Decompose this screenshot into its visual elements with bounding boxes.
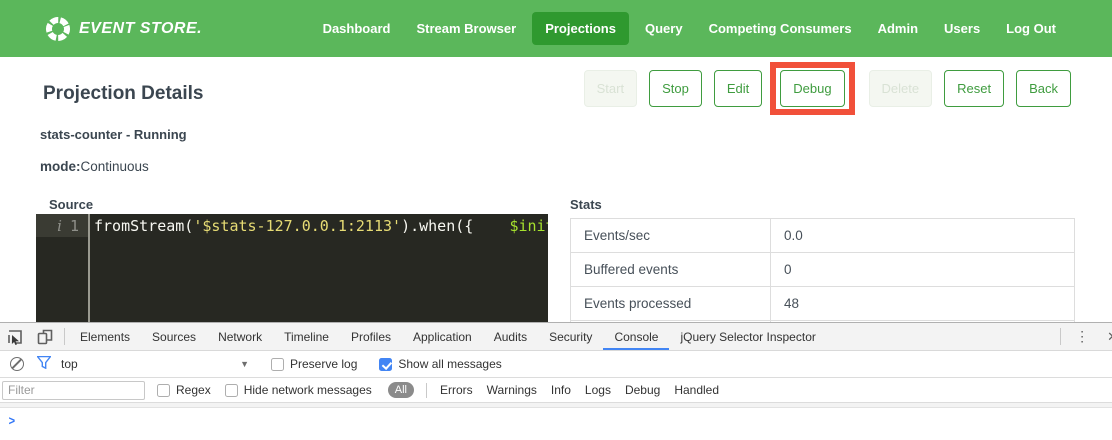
stats-table: Events/sec 0.0 Buffered events 0 Events … bbox=[570, 218, 1075, 322]
projection-mode: mode:Continuous bbox=[40, 159, 149, 174]
code-string: '$stats-127.0.0.1:2113' bbox=[193, 217, 401, 235]
checkbox-checked[interactable] bbox=[379, 358, 392, 371]
tab-network[interactable]: Network bbox=[207, 323, 273, 350]
edit-button[interactable]: Edit bbox=[714, 70, 762, 107]
console-prompt[interactable]: > bbox=[0, 408, 1112, 428]
start-button[interactable]: Start bbox=[584, 70, 637, 107]
console-toolbar: top ▼ Preserve log Show all messages bbox=[0, 351, 1112, 378]
preserve-log-checkbox[interactable]: Preserve log bbox=[271, 357, 357, 371]
filter-level-debug[interactable]: Debug bbox=[618, 383, 667, 397]
code-variable: $init: bbox=[509, 217, 548, 235]
filter-level-warnings[interactable]: Warnings bbox=[480, 383, 544, 397]
table-row: Events processed 48 bbox=[571, 287, 1075, 321]
gutter-info-marker: i bbox=[57, 216, 62, 237]
nav-item-projections[interactable]: Projections bbox=[532, 12, 629, 45]
source-section-label: Source bbox=[49, 197, 93, 212]
table-row: Buffered events 0 bbox=[571, 253, 1075, 287]
reset-button[interactable]: Reset bbox=[944, 70, 1004, 107]
regex-label: Regex bbox=[176, 383, 211, 397]
devtools-close-icon[interactable]: ✕ bbox=[1099, 323, 1112, 350]
stat-name: Buffered events bbox=[571, 253, 771, 287]
stat-name: Events processed bbox=[571, 287, 771, 321]
nav-item-competing-consumers[interactable]: Competing Consumers bbox=[699, 12, 862, 45]
tabbar-right-controls: ⋮ ✕ bbox=[1056, 323, 1112, 350]
chevron-down-icon: ▼ bbox=[240, 359, 249, 369]
tab-audits[interactable]: Audits bbox=[483, 323, 538, 350]
source-code-editor[interactable]: i 1 fromStream('$stats-127.0.0.1:2113').… bbox=[36, 214, 548, 322]
nav-item-users[interactable]: Users bbox=[934, 12, 990, 45]
projection-status: stats-counter - Running bbox=[40, 127, 187, 142]
tab-elements[interactable]: Elements bbox=[69, 323, 141, 350]
frame-context-select[interactable]: top ▼ bbox=[61, 357, 249, 371]
nav-item-stream-browser[interactable]: Stream Browser bbox=[406, 12, 526, 45]
filter-level-logs[interactable]: Logs bbox=[578, 383, 618, 397]
code-plain: ).when({ bbox=[401, 217, 509, 235]
show-all-messages-checkbox[interactable]: Show all messages bbox=[379, 357, 501, 371]
action-buttons: Start Stop Edit Debug Delete Reset Back bbox=[572, 70, 1071, 107]
inspect-element-icon[interactable] bbox=[0, 323, 30, 350]
preserve-log-label: Preserve log bbox=[290, 357, 357, 371]
editor-gutter: i 1 bbox=[36, 214, 88, 237]
regex-checkbox[interactable]: Regex bbox=[157, 383, 211, 397]
page-title: Projection Details bbox=[43, 83, 204, 105]
frame-context-value: top bbox=[61, 357, 78, 371]
nav-item-dashboard[interactable]: Dashboard bbox=[313, 12, 401, 45]
show-all-messages-label: Show all messages bbox=[398, 357, 501, 371]
nav-item-admin[interactable]: Admin bbox=[868, 12, 928, 45]
filter-level-info[interactable]: Info bbox=[544, 383, 578, 397]
tab-sources[interactable]: Sources bbox=[141, 323, 207, 350]
hide-network-messages-label: Hide network messages bbox=[244, 383, 372, 397]
stat-value: 48 bbox=[771, 287, 1075, 321]
nav-links: Dashboard Stream Browser Projections Que… bbox=[313, 12, 1066, 45]
stat-value: 0.0 bbox=[771, 219, 1075, 253]
devtools-tabbar: Elements Sources Network Timeline Profil… bbox=[0, 323, 1112, 351]
brand[interactable]: EVENT STORE. bbox=[45, 16, 202, 42]
stats-section-label: Stats bbox=[570, 197, 602, 212]
tab-profiles[interactable]: Profiles bbox=[340, 323, 402, 350]
clear-console-icon[interactable] bbox=[10, 357, 24, 371]
stat-name: Events/sec bbox=[571, 219, 771, 253]
console-prompt-chevron-icon: > bbox=[9, 413, 15, 428]
delete-button[interactable]: Delete bbox=[869, 70, 933, 107]
stat-value: 0 bbox=[771, 253, 1075, 287]
hide-network-messages-checkbox[interactable]: Hide network messages bbox=[225, 383, 372, 397]
debug-button[interactable]: Debug bbox=[780, 70, 844, 107]
mode-label: mode: bbox=[40, 159, 81, 174]
devtools-panel: Elements Sources Network Timeline Profil… bbox=[0, 322, 1112, 440]
screen: EVENT STORE. Dashboard Stream Browser Pr… bbox=[0, 0, 1112, 440]
mode-value: Continuous bbox=[81, 159, 149, 174]
tab-application[interactable]: Application bbox=[402, 323, 483, 350]
console-filter-bar: Regex Hide network messages All Errors W… bbox=[0, 378, 1112, 403]
tab-security[interactable]: Security bbox=[538, 323, 603, 350]
filter-level-errors[interactable]: Errors bbox=[433, 383, 480, 397]
navbar: EVENT STORE. Dashboard Stream Browser Pr… bbox=[0, 0, 1112, 57]
device-toolbar-icon[interactable] bbox=[30, 323, 60, 350]
tab-timeline[interactable]: Timeline bbox=[273, 323, 340, 350]
checkbox-unchecked[interactable] bbox=[225, 384, 238, 397]
debug-highlight-box: Debug bbox=[770, 62, 854, 115]
filter-funnel-icon[interactable] bbox=[37, 356, 51, 372]
filter-level-separator bbox=[426, 383, 427, 398]
filter-level-handled[interactable]: Handled bbox=[667, 383, 726, 397]
devtools-menu-icon[interactable]: ⋮ bbox=[1065, 323, 1099, 350]
code-plain: fromStream( bbox=[94, 217, 193, 235]
checkbox-unchecked[interactable] bbox=[271, 358, 284, 371]
brand-text: EVENT STORE. bbox=[79, 20, 202, 38]
main-content: Projection Details Start Stop Edit Debug… bbox=[0, 57, 1112, 322]
eventstore-logo-icon bbox=[45, 16, 71, 42]
tab-jquery-selector-inspector[interactable]: jQuery Selector Inspector bbox=[669, 323, 826, 350]
filter-level-all-badge[interactable]: All bbox=[388, 382, 414, 398]
nav-item-query[interactable]: Query bbox=[635, 12, 693, 45]
tab-console[interactable]: Console bbox=[603, 323, 669, 350]
filter-input[interactable] bbox=[2, 381, 145, 400]
table-row: Events/sec 0.0 bbox=[571, 219, 1075, 253]
back-button[interactable]: Back bbox=[1016, 70, 1071, 107]
line-number: 1 bbox=[70, 216, 79, 237]
nav-item-logout[interactable]: Log Out bbox=[996, 12, 1066, 45]
tabbar-separator bbox=[1060, 328, 1061, 345]
tabbar-separator bbox=[64, 328, 65, 345]
checkbox-unchecked[interactable] bbox=[157, 384, 170, 397]
stop-button[interactable]: Stop bbox=[649, 70, 702, 107]
code-line[interactable]: fromStream('$stats-127.0.0.1:2113').when… bbox=[88, 214, 548, 322]
